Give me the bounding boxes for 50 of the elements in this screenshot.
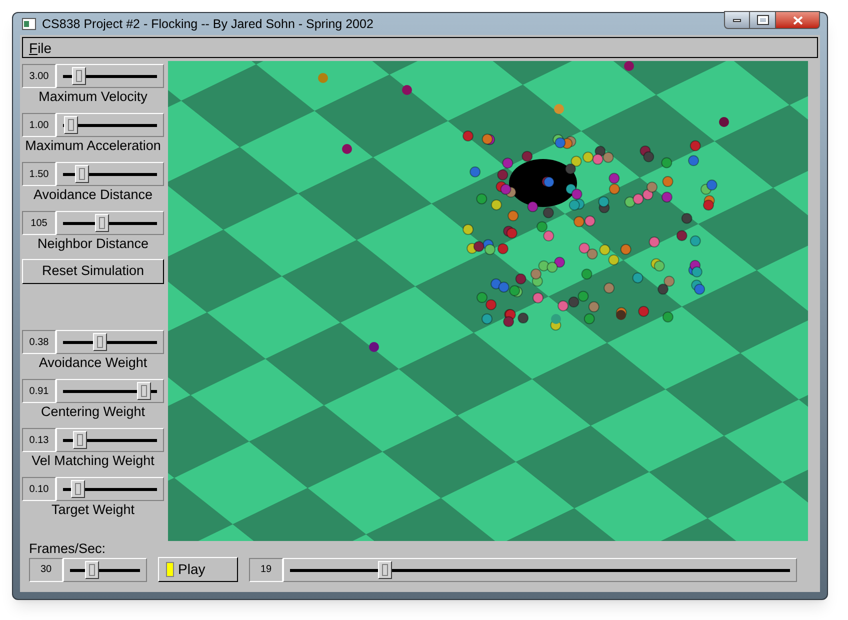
slider-thumb[interactable]	[74, 165, 89, 183]
close-icon	[792, 16, 802, 24]
frames-per-sec-label: Frames/Sec:	[29, 541, 107, 556]
slider[interactable]	[56, 162, 164, 186]
parameter-label: Neighbor Distance	[36, 235, 150, 253]
parameter-label: Avoidance Distance	[32, 186, 154, 204]
maximize-button[interactable]	[750, 11, 776, 29]
minimize-button[interactable]	[724, 11, 750, 29]
value-field[interactable]: 1.50	[22, 162, 56, 186]
parameter-label: Maximum Acceleration	[24, 137, 162, 155]
slider-thumb[interactable]	[95, 214, 110, 232]
value-field[interactable]: 0.10	[22, 477, 56, 501]
slider[interactable]	[56, 113, 164, 137]
value-field[interactable]: 1.00	[22, 113, 56, 137]
slider[interactable]	[56, 428, 164, 452]
slider-thumb[interactable]	[64, 116, 78, 134]
slider[interactable]	[56, 477, 164, 501]
parameter-label: Target Weight	[50, 501, 136, 519]
reset-simulation-button[interactable]: Reset Simulation	[22, 259, 164, 284]
menu-item[interactable]: File	[29, 40, 52, 54]
slider[interactable]	[63, 558, 147, 582]
value-field[interactable]: 0.91	[22, 379, 56, 403]
slider[interactable]	[56, 330, 164, 354]
app-icon	[22, 18, 36, 30]
value-field[interactable]: 3.00	[22, 64, 56, 88]
window-title: CS838 Project #2 - Flocking -- By Jared Sohn - Spring 2002	[42, 16, 374, 33]
close-button[interactable]	[776, 11, 820, 29]
parameter-label: Vel Matching Weight	[30, 452, 156, 470]
slider[interactable]	[56, 211, 164, 235]
slider-thumb[interactable]	[378, 560, 392, 578]
slider-thumb[interactable]	[85, 560, 100, 578]
slider-thumb[interactable]	[71, 480, 86, 498]
value-field[interactable]: 0.38	[22, 330, 56, 354]
value-field[interactable]: 30	[29, 558, 63, 582]
value-field[interactable]: 19	[249, 558, 283, 582]
maximize-icon	[758, 16, 768, 24]
slider[interactable]	[283, 558, 797, 582]
slider-thumb[interactable]	[92, 333, 107, 351]
parameter-label: Maximum Velocity	[38, 88, 148, 106]
slider[interactable]	[56, 64, 164, 88]
minimize-icon	[733, 18, 741, 22]
parameter-label: Avoidance Weight	[38, 354, 148, 372]
value-field[interactable]: 105	[22, 211, 56, 235]
play-button[interactable]: Play	[158, 557, 238, 582]
value-field[interactable]: 0.13	[22, 428, 56, 452]
slider-thumb[interactable]	[72, 431, 87, 449]
slider-thumb[interactable]	[72, 67, 86, 85]
slider[interactable]	[56, 379, 164, 403]
slider-thumb[interactable]	[136, 382, 151, 400]
parameter-label: Centering Weight	[40, 403, 146, 421]
